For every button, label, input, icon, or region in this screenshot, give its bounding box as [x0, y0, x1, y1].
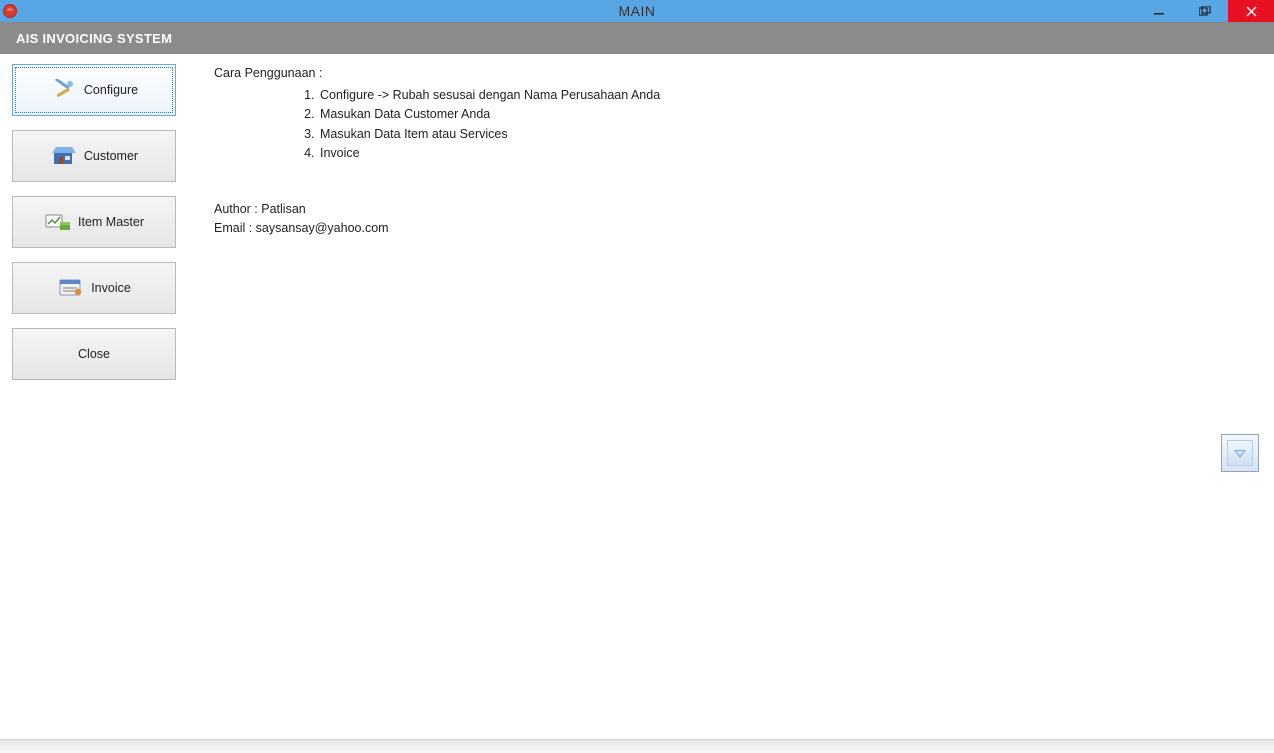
sidebar: Configure Customer: [0, 54, 188, 739]
window-title: MAIN: [0, 3, 1274, 19]
usage-step: Invoice: [318, 144, 1254, 163]
window-controls: [1136, 0, 1274, 22]
invoice-button[interactable]: Invoice: [12, 262, 176, 314]
nav-label: Configure: [84, 83, 138, 97]
nav-label: Item Master: [78, 215, 144, 229]
titlebar: MAIN: [0, 0, 1274, 22]
customer-button[interactable]: Customer: [12, 130, 176, 182]
app-header: AIS INVOICING SYSTEM: [0, 22, 1274, 54]
statusbar: [0, 739, 1274, 753]
app-icon: [3, 4, 17, 18]
usage-steps: Configure -> Rubah sesusai dengan Nama P…: [214, 86, 1254, 164]
nav-label: Customer: [84, 149, 138, 163]
minimize-icon: [1154, 6, 1164, 16]
scroll-down-button[interactable]: [1221, 434, 1259, 472]
usage-step: Configure -> Rubah sesusai dengan Nama P…: [318, 86, 1254, 105]
usage-heading: Cara Penggunaan :: [214, 66, 1254, 80]
app-header-title: AIS INVOICING SYSTEM: [16, 31, 172, 46]
usage-step: Masukan Data Customer Anda: [318, 105, 1254, 124]
item-master-button[interactable]: Item Master: [12, 196, 176, 248]
close-button[interactable]: Close: [12, 328, 176, 380]
main-window: MAIN AIS INVOICING SYSTEM: [0, 0, 1274, 753]
close-window-button[interactable]: [1228, 0, 1274, 22]
author-line: Author : Patlisan: [214, 200, 1254, 219]
nav-label: Invoice: [91, 281, 131, 295]
shop-icon: [50, 144, 78, 168]
maximize-icon: [1199, 6, 1211, 16]
arrow-down-icon: [1227, 440, 1253, 466]
content-area: Cara Penggunaan : Configure -> Rubah ses…: [188, 54, 1274, 739]
usage-step: Masukan Data Item atau Services: [318, 125, 1254, 144]
nav-label: Close: [78, 347, 110, 361]
invoice-icon: [57, 276, 85, 300]
maximize-button[interactable]: [1182, 0, 1228, 22]
body: Configure Customer: [0, 54, 1274, 739]
box-chart-icon: [44, 210, 72, 234]
tools-icon: [50, 78, 78, 102]
email-line: Email : saysansay@yahoo.com: [214, 219, 1254, 238]
minimize-button[interactable]: [1136, 0, 1182, 22]
close-icon: [1246, 6, 1257, 17]
configure-button[interactable]: Configure: [12, 64, 176, 116]
